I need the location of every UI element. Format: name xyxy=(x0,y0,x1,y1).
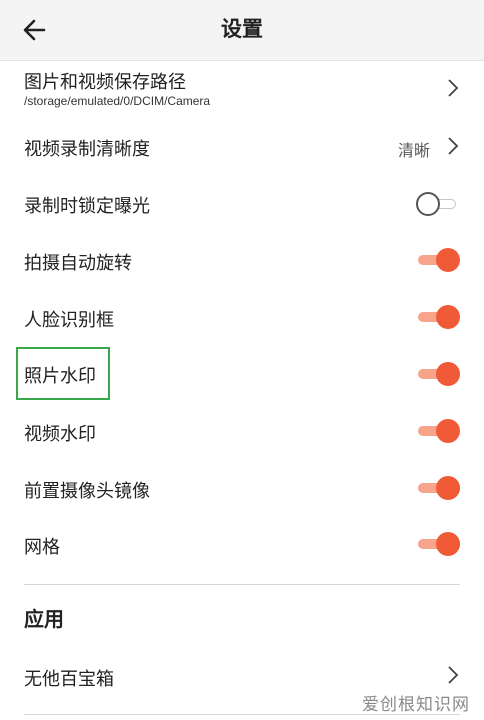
setting-video-watermark[interactable]: 视频水印 xyxy=(0,403,484,459)
setting-lock-exposure[interactable]: 录制时锁定曝光 xyxy=(0,175,484,231)
chevron-right-icon xyxy=(448,137,459,155)
setting-label: 无他百宝箱 xyxy=(24,669,114,690)
toggle-switch[interactable] xyxy=(416,361,460,387)
setting-label: 拍摄自动旋转 xyxy=(24,253,132,274)
setting-sublabel: /storage/emulated/0/DCIM/Camera xyxy=(24,94,211,108)
setting-video-quality[interactable]: 视频录制清晰度 清晰 xyxy=(0,118,484,174)
chevron-right-icon xyxy=(448,666,459,684)
toggle-knob xyxy=(436,305,460,329)
toggle-knob xyxy=(436,362,460,386)
chevron-right-icon xyxy=(448,79,459,97)
page-title: 设置 xyxy=(221,17,263,41)
toggle-switch[interactable] xyxy=(416,304,460,330)
setting-label: 前置摄像头镜像 xyxy=(24,481,150,502)
toggle-knob xyxy=(436,419,460,443)
setting-front-camera-mirror[interactable]: 前置摄像头镜像 xyxy=(0,460,484,516)
toggle-knob xyxy=(416,192,440,216)
site-watermark: 爱创根知识网 xyxy=(362,695,470,715)
toggle-knob xyxy=(436,476,460,500)
toggle-switch[interactable] xyxy=(416,531,460,557)
setting-label: 图片和视频保存路径 xyxy=(24,72,186,93)
setting-auto-rotate[interactable]: 拍摄自动旋转 xyxy=(0,232,484,288)
toggle-knob xyxy=(436,532,460,556)
toggle-switch[interactable] xyxy=(416,418,460,444)
setting-label: 录制时锁定曝光 xyxy=(24,196,150,217)
section-divider xyxy=(24,584,460,585)
setting-value: 清晰 xyxy=(397,141,430,160)
setting-face-detection[interactable]: 人脸识别框 xyxy=(0,289,484,345)
setting-grid[interactable]: 网格 xyxy=(0,516,484,572)
top-bar: 设置 xyxy=(0,0,484,61)
toggle-switch[interactable] xyxy=(416,247,460,273)
setting-save-path[interactable]: 图片和视频保存路径 /storage/emulated/0/DCIM/Camer… xyxy=(0,62,484,118)
toggle-switch[interactable] xyxy=(416,475,460,501)
section-title-apps: 应用 xyxy=(24,607,64,631)
setting-label: 网格 xyxy=(24,537,60,558)
setting-label: 人脸识别框 xyxy=(24,310,114,331)
toggle-switch[interactable] xyxy=(416,191,460,217)
highlight-box xyxy=(16,347,110,400)
toggle-knob xyxy=(436,248,460,272)
setting-label: 视频水印 xyxy=(24,424,96,445)
setting-label: 视频录制清晰度 xyxy=(24,139,150,160)
